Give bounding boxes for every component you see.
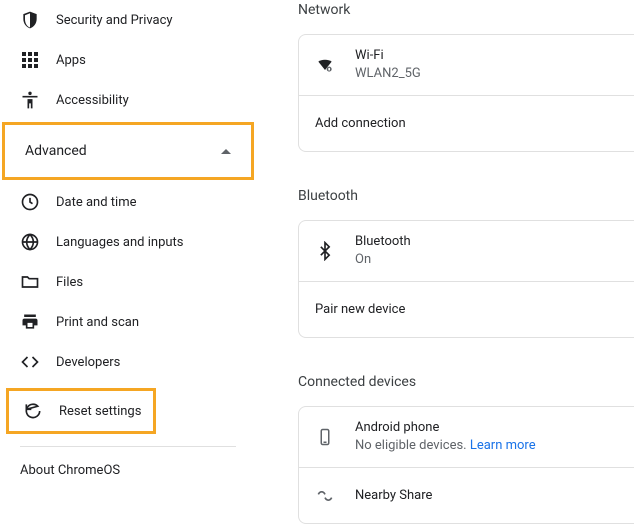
wifi-icon	[315, 55, 335, 75]
section-title-connected: Connected devices	[298, 374, 634, 390]
code-icon	[20, 352, 40, 372]
highlight-advanced: Advanced	[2, 122, 254, 180]
apps-grid-icon	[20, 50, 40, 70]
sidebar-item-label: Accessibility	[56, 93, 129, 108]
section-title-network: Network	[298, 2, 634, 18]
bluetooth-title: Bluetooth	[355, 233, 411, 251]
sidebar-item-label: Print and scan	[56, 315, 139, 330]
sidebar-item-print-scan[interactable]: Print and scan	[0, 302, 256, 342]
nearby-title: Nearby Share	[355, 487, 432, 505]
chevron-up-icon	[221, 149, 231, 154]
sidebar-item-label: Apps	[56, 53, 86, 68]
learn-more-link[interactable]: Learn more	[470, 438, 536, 453]
advanced-label: Advanced	[25, 143, 87, 159]
row-bluetooth[interactable]: Bluetooth On	[299, 221, 634, 281]
sidebar-item-reset-settings[interactable]: Reset settings	[9, 391, 153, 431]
highlight-reset: Reset settings	[6, 388, 156, 434]
row-add-connection[interactable]: Add connection	[299, 95, 634, 151]
phone-status: No eligible devices. Learn more	[355, 437, 536, 455]
settings-sidebar: Security and Privacy Apps Accessibility …	[0, 0, 256, 510]
clock-icon	[20, 192, 40, 212]
section-title-bluetooth: Bluetooth	[298, 188, 634, 204]
sidebar-item-label: Files	[56, 275, 83, 290]
network-card: Wi-Fi WLAN2_5G Add connection	[298, 34, 634, 152]
sidebar-item-languages[interactable]: Languages and inputs	[0, 222, 256, 262]
sidebar-item-date-time[interactable]: Date and time	[0, 182, 256, 222]
nearby-share-icon	[315, 486, 335, 506]
phone-icon	[315, 427, 335, 447]
sidebar-item-label: Developers	[56, 355, 120, 370]
bluetooth-icon	[315, 241, 335, 261]
sidebar-item-accessibility[interactable]: Accessibility	[0, 80, 256, 120]
sidebar-item-about[interactable]: About ChromeOS	[0, 447, 256, 478]
pair-device-label: Pair new device	[315, 302, 405, 317]
accessibility-icon	[20, 90, 40, 110]
bluetooth-status: On	[355, 251, 411, 269]
sidebar-item-developers[interactable]: Developers	[0, 342, 256, 382]
add-connection-label: Add connection	[315, 116, 406, 131]
connected-card: Android phone No eligible devices. Learn…	[298, 406, 634, 524]
sidebar-item-label: Languages and inputs	[56, 235, 184, 250]
sidebar-item-apps[interactable]: Apps	[0, 40, 256, 80]
settings-main: Network Wi-Fi WLAN2_5G Add connection Bl…	[256, 0, 634, 510]
row-android-phone[interactable]: Android phone No eligible devices. Learn…	[299, 407, 634, 467]
row-nearby-share[interactable]: Nearby Share	[299, 467, 634, 523]
row-pair-device[interactable]: Pair new device	[299, 281, 634, 337]
wifi-title: Wi-Fi	[355, 47, 421, 65]
phone-title: Android phone	[355, 419, 536, 437]
row-wifi[interactable]: Wi-Fi WLAN2_5G	[299, 35, 634, 95]
sidebar-item-security[interactable]: Security and Privacy	[0, 0, 256, 40]
sidebar-advanced-toggle[interactable]: Advanced	[5, 131, 251, 171]
printer-icon	[20, 312, 40, 332]
shield-icon	[20, 10, 40, 30]
reset-icon	[23, 401, 43, 421]
globe-icon	[20, 232, 40, 252]
sidebar-item-files[interactable]: Files	[0, 262, 256, 302]
wifi-status: WLAN2_5G	[355, 65, 421, 83]
sidebar-item-label: Security and Privacy	[56, 13, 173, 28]
sidebar-item-label: Date and time	[56, 195, 137, 210]
bluetooth-card: Bluetooth On Pair new device	[298, 220, 634, 338]
sidebar-item-label: Reset settings	[59, 404, 141, 419]
folder-icon	[20, 272, 40, 292]
